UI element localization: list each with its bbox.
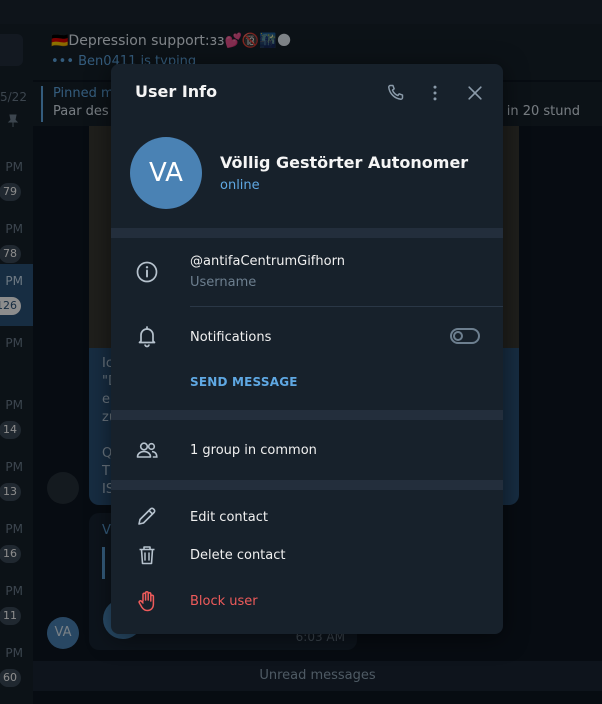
bell-icon	[135, 324, 159, 348]
notifications-row[interactable]	[111, 316, 503, 356]
phone-icon	[388, 84, 404, 100]
more-options-button[interactable]	[422, 80, 448, 106]
block-user-row[interactable]	[111, 582, 503, 618]
stop-hand-icon	[135, 589, 159, 613]
section-divider	[111, 480, 503, 490]
groups-in-common-label: 1 group in common	[190, 443, 317, 458]
online-status: online	[220, 178, 260, 193]
notifications-toggle[interactable]	[450, 328, 480, 344]
section-divider	[111, 228, 503, 238]
pencil-icon	[135, 504, 159, 528]
toggle-knob	[453, 331, 463, 341]
profile-name: Völlig Gestörter Autonomer	[220, 153, 469, 172]
username-caption: Username	[190, 275, 257, 290]
close-icon	[468, 86, 482, 100]
edit-contact-label: Edit contact	[190, 510, 268, 525]
delete-contact-label: Delete contact	[190, 548, 286, 563]
edit-contact-row[interactable]	[111, 498, 503, 534]
profile-avatar[interactable]: VA	[130, 137, 202, 209]
user-info-dialog: User Info VA Völlig Gestörter Autonomer …	[111, 64, 503, 634]
dialog-title: User Info	[135, 82, 218, 101]
call-button[interactable]	[382, 80, 408, 106]
username-row[interactable]	[111, 238, 503, 306]
row-separator	[190, 306, 503, 307]
send-message-button[interactable]: SEND MESSAGE	[190, 375, 298, 389]
block-user-label: Block user	[190, 594, 258, 609]
username-value: @antifaCentrumGifhorn	[190, 254, 345, 269]
close-button[interactable]	[462, 80, 488, 106]
info-icon	[135, 260, 159, 284]
more-vertical-icon	[433, 85, 437, 101]
delete-contact-row[interactable]	[111, 536, 503, 572]
section-divider	[111, 410, 503, 420]
notifications-label: Notifications	[190, 330, 272, 345]
trash-icon	[135, 543, 159, 567]
group-icon	[135, 438, 159, 462]
